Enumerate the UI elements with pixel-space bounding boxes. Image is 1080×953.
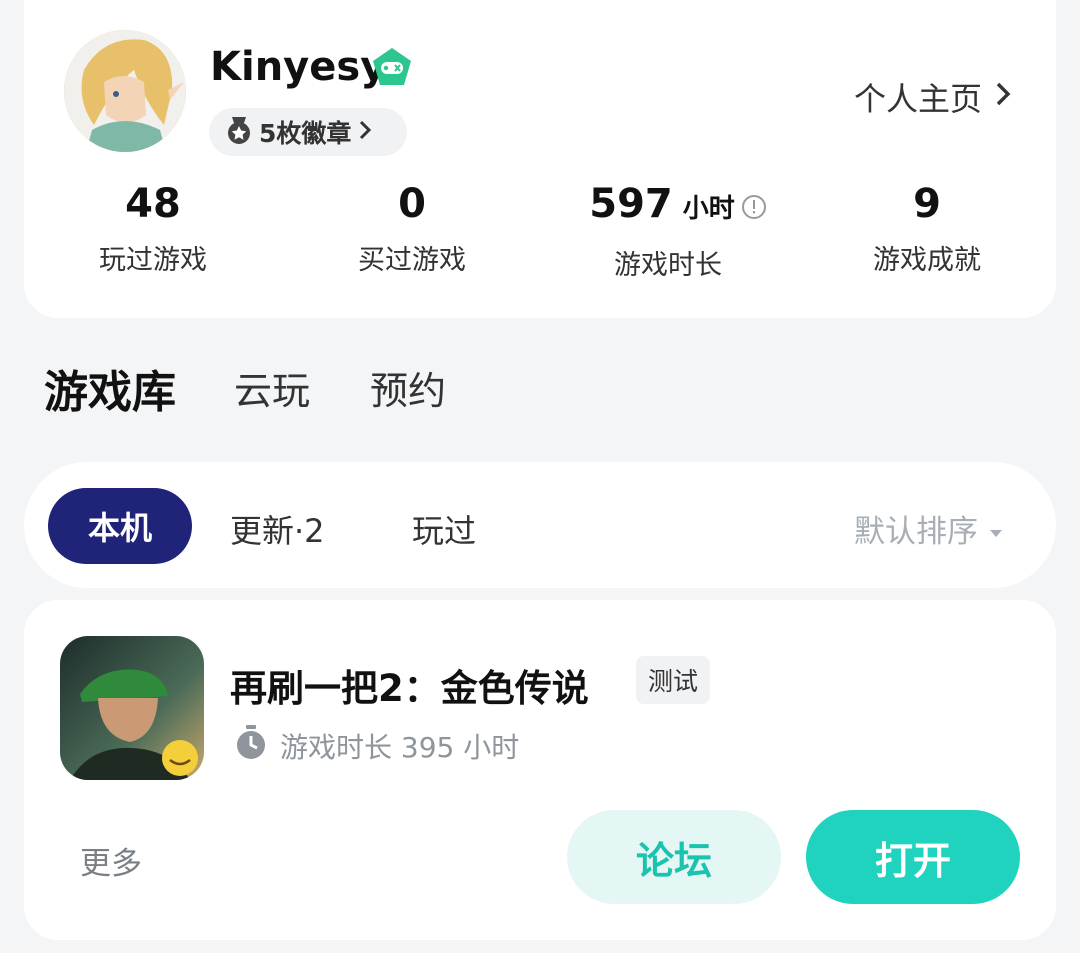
filter-played[interactable]: 玩过 (412, 506, 476, 552)
stat-label: 玩过游戏 (99, 245, 207, 276)
game-playtime: 游戏时长 395 小时 (234, 724, 519, 767)
info-icon[interactable] (741, 183, 767, 231)
stat-value: 597 (589, 181, 673, 227)
sort-label: 默认排序 (854, 514, 978, 550)
chevron-right-icon (357, 119, 373, 145)
tab-game-library[interactable]: 游戏库 (44, 356, 176, 420)
stat-unit: 小时 (682, 194, 735, 224)
filter-local[interactable]: 本机 (48, 488, 192, 564)
stat-label: 游戏成就 (873, 245, 981, 276)
stat-played-games[interactable]: 48 玩过游戏 (53, 180, 253, 277)
vip-gamepad-icon[interactable] (370, 46, 414, 88)
stat-value: 0 (398, 181, 426, 227)
profile-card: Kinyesy 5枚徽章 个人主页 48 玩过游戏 0 买过游戏 597 小时 … (24, 0, 1056, 318)
game-card: 再刷一把2：金色传说 测试 游戏时长 395 小时 更多 论坛 打开 (24, 600, 1056, 940)
chevron-right-icon (994, 78, 1012, 116)
game-title[interactable]: 再刷一把2：金色传说 (230, 658, 589, 712)
home-link-label: 个人主页 (853, 80, 982, 118)
sort-dropdown[interactable]: 默认排序 (854, 506, 1004, 551)
stopwatch-icon (234, 724, 268, 767)
stat-bought-games[interactable]: 0 买过游戏 (312, 180, 512, 277)
personal-homepage-link[interactable]: 个人主页 (854, 74, 1012, 120)
stat-label: 游戏时长 (614, 250, 722, 281)
game-icon[interactable] (60, 636, 204, 780)
playtime-text: 游戏时长 395 小时 (280, 730, 520, 764)
badges-label: 5枚徽章 (259, 119, 352, 148)
stat-value: 9 (913, 181, 941, 227)
avatar[interactable] (64, 30, 186, 152)
username: Kinyesy (210, 44, 387, 90)
forum-button[interactable]: 论坛 (567, 810, 781, 904)
filter-updates[interactable]: 更新·2 (230, 506, 325, 552)
caret-down-icon (988, 511, 1004, 547)
medal-icon (225, 115, 253, 149)
tab-reservations[interactable]: 预约 (370, 360, 446, 415)
stat-achievements[interactable]: 9 游戏成就 (827, 180, 1027, 277)
stat-value: 48 (125, 181, 181, 227)
filter-bar: 本机 更新·2 玩过 默认排序 (24, 462, 1056, 588)
badges-button[interactable]: 5枚徽章 (209, 108, 407, 156)
stat-label: 买过游戏 (358, 245, 466, 276)
stat-play-time[interactable]: 597 小时 游戏时长 (568, 180, 768, 282)
tab-cloud-play[interactable]: 云玩 (234, 360, 310, 415)
stats-row: 48 玩过游戏 0 买过游戏 597 小时 游戏时长 9 游戏成就 (24, 180, 1056, 281)
open-button[interactable]: 打开 (806, 810, 1020, 904)
more-button[interactable]: 更多 (80, 838, 142, 883)
test-badge: 测试 (636, 656, 711, 704)
